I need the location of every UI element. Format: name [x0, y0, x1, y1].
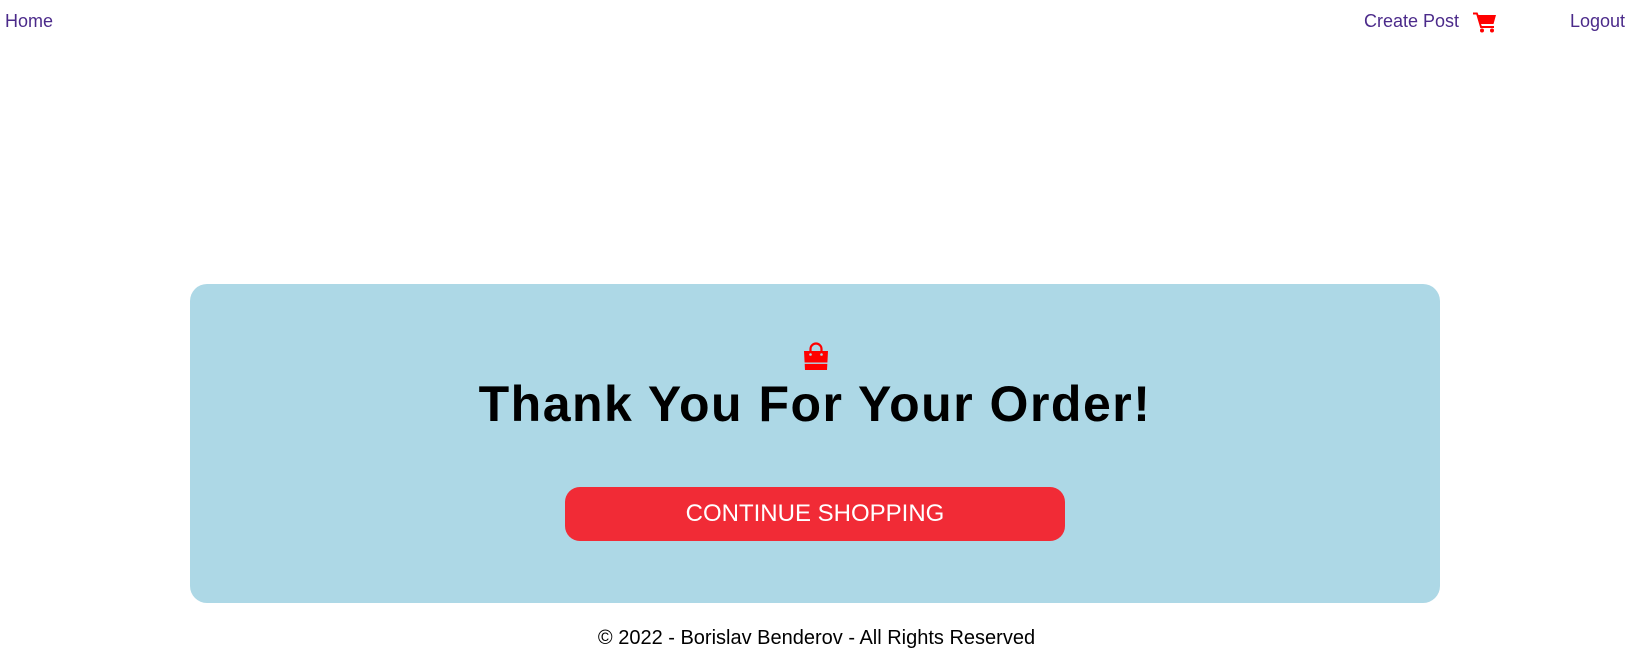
shopping-cart-icon[interactable] [1473, 11, 1497, 33]
top-navigation: Home Create Post Logout [0, 0, 1633, 44]
nav-logout-link[interactable]: Logout [1570, 10, 1625, 32]
shopping-bag-icon [804, 342, 828, 370]
order-confirmation-title: Thank You For Your Order! [478, 376, 1152, 432]
continue-shopping-button[interactable]: CONTINUE SHOPPING [565, 487, 1065, 541]
order-confirmation-card: Thank You For Your Order! CONTINUE SHOPP… [190, 284, 1440, 603]
nav-create-post-link[interactable]: Create Post [1364, 10, 1459, 32]
nav-home-link[interactable]: Home [5, 10, 53, 32]
footer-copyright: © 2022 - Borislav Benderov - All Rights … [597, 627, 1036, 649]
